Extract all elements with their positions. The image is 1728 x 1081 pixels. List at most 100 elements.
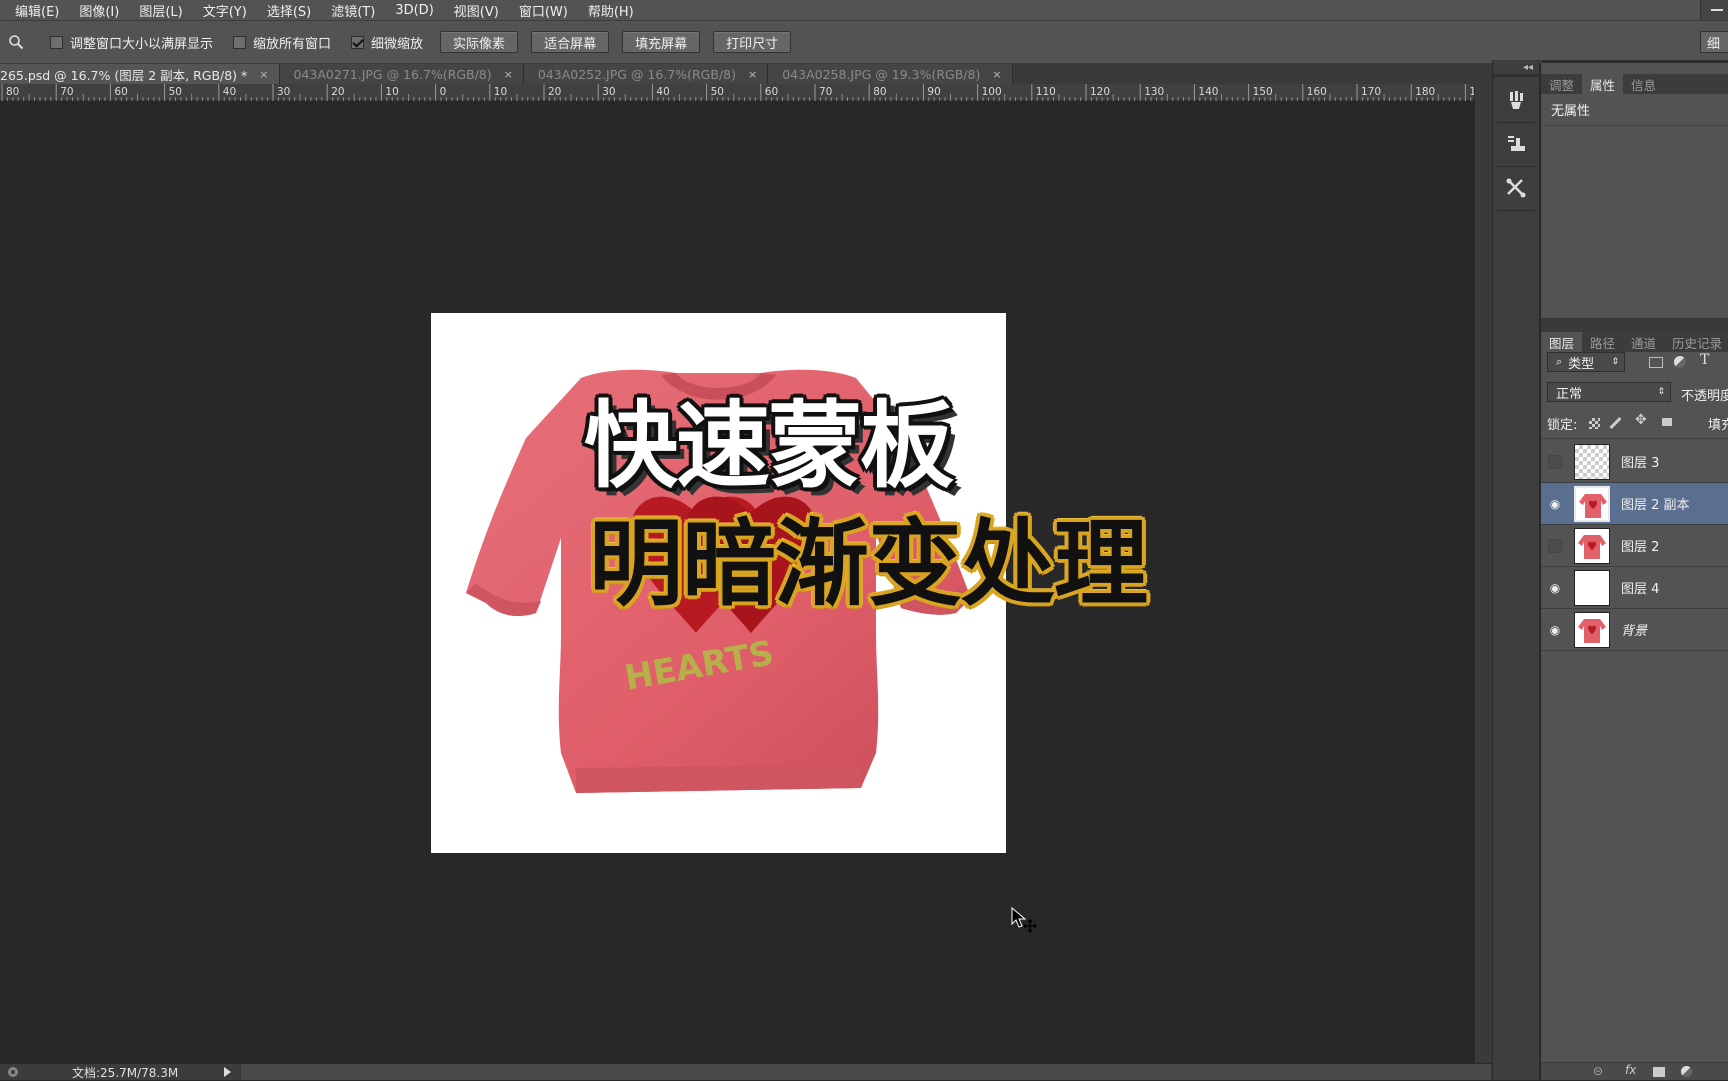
doc-tab[interactable]: 043A0271.JPG @ 16.7%(RGB/8) × (279, 64, 524, 84)
blend-mode-select[interactable]: 正常 ⇕ (1547, 382, 1671, 402)
menu-view[interactable]: 视图(V) (444, 1, 509, 20)
menu-window[interactable]: 窗口(W) (509, 1, 578, 20)
eye-icon[interactable]: ◉ (1541, 497, 1569, 511)
tab-adjustments[interactable]: 调整 (1541, 74, 1582, 94)
print-size-button[interactable]: 打印尺寸 (713, 31, 792, 53)
filter-pixel-icon[interactable] (1649, 357, 1663, 368)
zoom-tool-icon[interactable] (0, 34, 32, 50)
horizontal-ruler[interactable]: 80 70 60 50 40 30 20 10 0 10 20 30 40 50 60 70 80 90 100 11… (0, 84, 1474, 101)
lock-all-icon[interactable] (1662, 418, 1672, 426)
filter-type-icon[interactable]: T (1700, 352, 1709, 368)
layer-row[interactable]: 图层 2 (1541, 525, 1728, 567)
clone-source-icon[interactable] (1498, 126, 1534, 162)
fill-screen-button[interactable]: 填充屏幕 (622, 31, 701, 53)
tab-layers[interactable]: 图层 (1541, 332, 1583, 352)
workspace-button[interactable]: 细 (1700, 31, 1728, 53)
menu-filter[interactable]: 滤镜(T) (321, 1, 385, 20)
tab-paths[interactable]: 路径 (1582, 332, 1623, 352)
doc-tab[interactable]: 043A0258.JPG @ 19.3%(RGB/8) × (768, 64, 1013, 84)
tab-history[interactable]: 历史记录 (1664, 332, 1728, 352)
vertical-scrollbar[interactable] (1474, 84, 1492, 1063)
layers-footer: ⊝ fx (1541, 1062, 1728, 1080)
menu-help[interactable]: 帮助(H) (578, 1, 644, 20)
ruler-tick-label: 50 (169, 86, 182, 98)
layer-row[interactable]: 图层 3 (1541, 441, 1728, 483)
ruler-tick-label: 70 (60, 86, 73, 98)
overlay-title-line2: 明暗渐变处理 (589, 510, 1148, 619)
layer-row-selected[interactable]: ◉ 图层 2 副本 (1541, 483, 1728, 525)
lock-move-icon[interactable]: ✥ (1635, 412, 1647, 428)
layer-row[interactable]: ◉ 背景 (1541, 609, 1728, 651)
filter-kind-value: 类型 (1568, 356, 1595, 372)
tab-channels[interactable]: 通道 (1623, 332, 1664, 352)
menu-select[interactable]: 选择(S) (257, 1, 321, 20)
adjustment-layer-icon[interactable] (1681, 1066, 1692, 1077)
tab-properties[interactable]: 属性 (1582, 74, 1624, 94)
ruler-tick-label: 40 (656, 86, 669, 98)
lock-label: 锁定: (1547, 418, 1578, 433)
ruler-tick-label: 50 (711, 86, 724, 98)
menu-3d[interactable]: 3D(D) (385, 3, 443, 18)
collapse-arrows-icon[interactable]: ◂◂ (1523, 62, 1533, 73)
layer-thumbnail (1574, 485, 1610, 522)
layer-visibility-toggle[interactable] (1541, 454, 1569, 469)
lock-transparent-icon[interactable] (1589, 418, 1600, 429)
lock-brush-icon[interactable] (1609, 416, 1622, 430)
zoom-all-windows-checkbox[interactable]: 缩放所有窗口 (233, 33, 331, 52)
checkbox-box (233, 35, 247, 49)
properties-panel-tabs: 调整 属性 信息 (1541, 74, 1728, 94)
ruler-tick-label: 30 (602, 86, 615, 98)
menu-edit[interactable]: 编辑(E) (0, 1, 69, 20)
ruler-graphic: 80 70 60 50 40 30 20 10 0 10 20 30 40 50 60 70 80 90 100 11… (1, 84, 1474, 101)
status-scrollbar[interactable] (241, 1064, 1492, 1080)
close-icon[interactable]: × (748, 68, 757, 81)
eye-icon[interactable]: ◉ (1541, 623, 1569, 637)
ruler-tick-label: 110 (1036, 86, 1056, 98)
brush-presets-icon[interactable] (1498, 82, 1534, 118)
layer-mask-icon[interactable] (1653, 1067, 1665, 1077)
menu-image[interactable]: 图像(I) (69, 1, 129, 20)
fit-screen-button[interactable]: 适合屏幕 (531, 31, 610, 53)
layer-visibility-toggle[interactable] (1541, 538, 1569, 553)
ruler-tick-label: 180 (1415, 86, 1435, 98)
fx-icon[interactable]: fx (1625, 1063, 1636, 1077)
ruler-tick-label: 120 (1090, 86, 1110, 98)
layer-filter-select[interactable]: ⌕ 类型 ⇕ (1547, 352, 1625, 372)
filter-adjustment-icon[interactable] (1674, 356, 1686, 368)
status-zoom-icon[interactable] (0, 1064, 26, 1080)
actual-pixels-button[interactable]: 实际像素 (440, 31, 519, 53)
close-icon[interactable]: × (992, 68, 1001, 81)
opacity-label: 不透明度 (1681, 389, 1728, 404)
properties-content: 无属性 (1541, 94, 1728, 126)
tool-presets-icon[interactable] (1498, 170, 1534, 206)
scrubby-zoom-checkbox[interactable]: 细微缩放 (351, 33, 423, 52)
window-minimize-button[interactable] (1700, 0, 1728, 20)
layer-row[interactable]: ◉ 图层 4 (1541, 567, 1728, 609)
status-menu-arrow-icon[interactable] (224, 1067, 232, 1077)
ruler-tick-label: 90 (927, 86, 940, 98)
close-icon[interactable]: × (259, 68, 268, 81)
menu-layer[interactable]: 图层(L) (129, 1, 192, 20)
eye-icon[interactable]: ◉ (1541, 581, 1569, 595)
layer-thumbnail (1574, 527, 1610, 564)
document-tab-bar: 265.psd @ 16.7% (图层 2 副本, RGB/8) * × 043… (0, 64, 1492, 84)
checkbox-box (50, 35, 63, 49)
layer-name: 图层 2 副本 (1621, 498, 1690, 513)
status-bar: 文档:25.7M/78.3M (0, 1063, 1492, 1080)
fill-label: 填充 (1708, 418, 1728, 433)
link-layers-icon[interactable]: ⊝ (1593, 1064, 1603, 1078)
doc-tab-active[interactable]: 265.psd @ 16.7% (图层 2 副本, RGB/8) * × (0, 64, 280, 84)
resize-windows-checkbox[interactable]: 调整窗口大小以满屏显示 (50, 33, 213, 52)
document-size: 文档:25.7M/78.3M (72, 1065, 179, 1080)
ruler-tick-label: 80 (6, 86, 19, 98)
layer-thumbnail (1574, 443, 1610, 480)
menu-type[interactable]: 文字(Y) (193, 1, 257, 20)
tab-info[interactable]: 信息 (1623, 74, 1664, 94)
layer-name: 图层 4 (1621, 582, 1660, 597)
layer-thumbnail (1574, 611, 1610, 648)
ruler-tick-label: 20 (548, 86, 561, 98)
ruler-tick-label: 140 (1198, 86, 1218, 98)
ruler-tick-label: 10 (494, 86, 507, 98)
close-icon[interactable]: × (504, 68, 513, 81)
doc-tab[interactable]: 043A0252.JPG @ 16.7%(RGB/8) × (523, 64, 769, 84)
